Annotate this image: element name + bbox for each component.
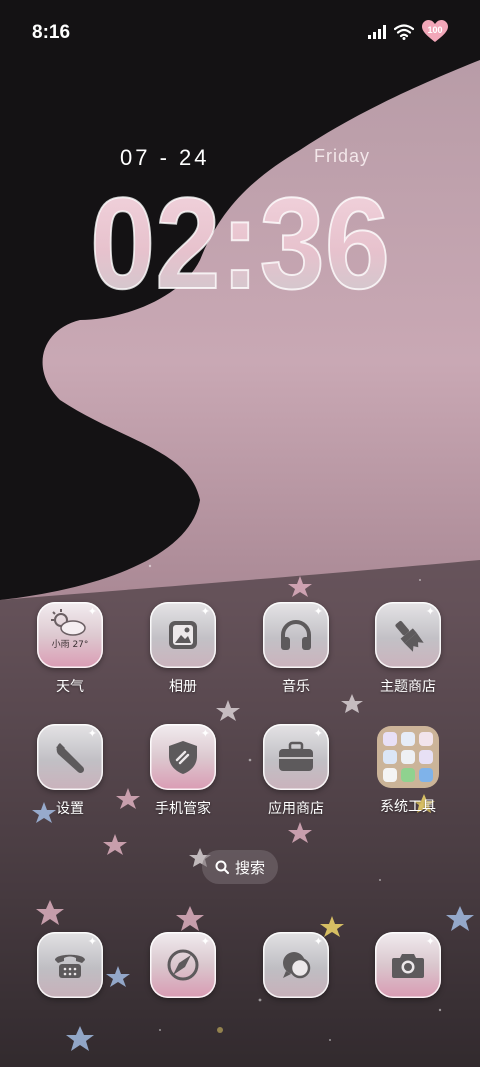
dock-camera[interactable]: ✦: [360, 932, 456, 998]
weather-temp: 小雨 27°: [51, 640, 89, 650]
app-weather[interactable]: ✦ 小雨 27° 天气: [22, 602, 118, 696]
chat-bubble-icon: ✦: [263, 932, 329, 998]
battery-heart-icon: 100: [422, 20, 448, 44]
app-gallery[interactable]: ✦ 相册: [135, 602, 231, 696]
search-button[interactable]: 搜索: [202, 850, 278, 884]
status-time: 8:16: [32, 22, 71, 43]
app-settings[interactable]: ✦ 设置: [22, 724, 118, 818]
signal-icon: [368, 25, 386, 39]
dock-messages[interactable]: ✦: [248, 932, 344, 998]
app-label: 手机管家: [155, 801, 211, 817]
compass-icon: ✦: [150, 932, 216, 998]
search-label: 搜索: [234, 858, 265, 877]
app-label: 系统工具: [380, 799, 436, 815]
status-icons: 100: [368, 20, 448, 44]
clock-text: 02:36: [90, 170, 390, 300]
app-label: 音乐: [282, 679, 310, 695]
folder-icon: [377, 726, 439, 788]
status-bar: 8:16 100: [0, 0, 480, 70]
app-label: 主题商店: [380, 679, 436, 695]
battery-level: 100: [427, 25, 443, 35]
shield-icon: ✦: [150, 724, 216, 790]
phone-icon: ✦: [37, 932, 103, 998]
clock-widget[interactable]: 02:36: [0, 169, 480, 317]
wallpaper: [0, 0, 480, 1067]
app-app-store[interactable]: ✦ 应用商店: [248, 724, 344, 818]
app-label: 天气: [56, 679, 84, 695]
app-phone-manager[interactable]: ✦ 手机管家: [135, 724, 231, 818]
wifi-icon: [394, 24, 414, 40]
weather-icon: ✦ 小雨 27°: [37, 602, 103, 668]
dock-phone[interactable]: ✦: [22, 932, 118, 998]
app-label: 相册: [169, 679, 197, 695]
briefcase-icon: ✦: [263, 724, 329, 790]
search-icon: [215, 860, 229, 874]
date-label: 07 - 24: [120, 145, 210, 170]
app-label: 设置: [56, 801, 84, 817]
headphones-icon: ✦: [263, 602, 329, 668]
dock-browser[interactable]: ✦: [135, 932, 231, 998]
app-label: 应用商店: [268, 801, 324, 817]
gallery-icon: ✦: [150, 602, 216, 668]
app-theme-store[interactable]: ✦ 主题商店: [360, 602, 456, 696]
app-folder-system-tools[interactable]: 系统工具: [360, 724, 456, 816]
dock: ✦ ✦ ✦ ✦: [0, 932, 480, 1004]
wrench-icon: ✦: [37, 724, 103, 790]
weekday-label: Friday: [314, 146, 371, 166]
camera-icon: ✦: [375, 932, 441, 998]
paintbrush-icon: ✦: [375, 602, 441, 668]
app-music[interactable]: ✦ 音乐: [248, 602, 344, 696]
